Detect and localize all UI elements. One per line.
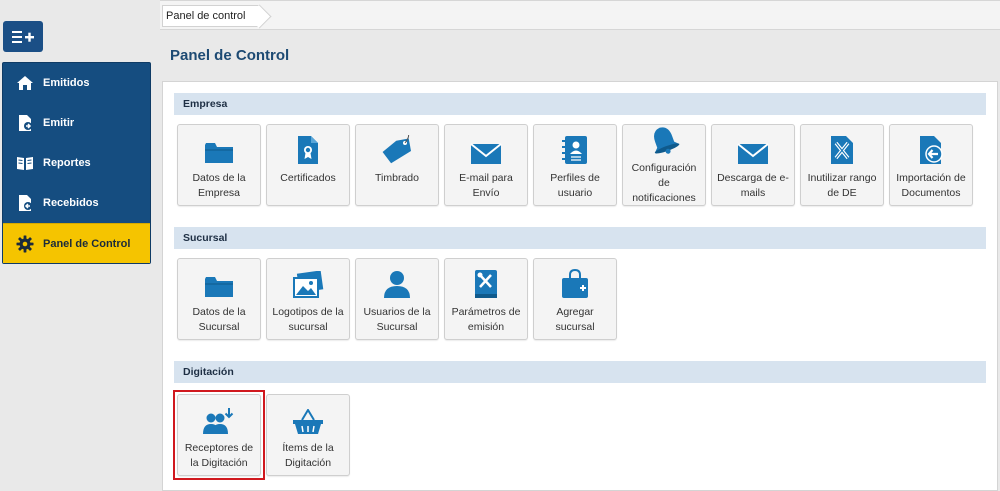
breadcrumb-label: Panel de control xyxy=(166,10,246,22)
envelope-icon xyxy=(445,125,527,169)
page-title: Panel de Control xyxy=(170,47,290,64)
certificate-icon xyxy=(267,125,349,169)
tile-label: Timbrado xyxy=(375,172,419,184)
basket-icon xyxy=(267,395,349,439)
gear-icon xyxy=(15,234,35,254)
tile-label: Importación de Documentos xyxy=(896,172,966,199)
tile-agregar-sucursal[interactable]: Agregar sucursal xyxy=(533,258,617,340)
tile-datos-empresa[interactable]: Datos de la Empresa xyxy=(177,124,261,206)
tile-datos-sucursal[interactable]: Datos de la Sucursal xyxy=(177,258,261,340)
document-arrow-icon xyxy=(15,113,35,133)
breadcrumb[interactable]: Panel de control xyxy=(162,5,260,27)
sidebar-item-label: Panel de Control xyxy=(43,237,131,250)
sidebar: Emitidos Emitir Reportes Recebidos Panel… xyxy=(0,0,160,489)
tile-label: Inutilizar rango de DE xyxy=(807,172,877,199)
tile-label: Parámetros de emisión xyxy=(451,306,521,333)
sidebar-item-label: Emitidos xyxy=(43,77,90,89)
tile-importacion-documentos[interactable]: Importación de Documentos xyxy=(889,124,973,206)
tile-configuracion-notificaciones[interactable]: Configuración de notificaciones xyxy=(622,124,706,206)
section-header-digitacion: Digitación xyxy=(174,361,986,383)
tile-label: Agregar sucursal xyxy=(555,306,595,333)
tile-label: Ítems de la Digitación xyxy=(282,442,334,469)
tile-label: Certificados xyxy=(280,172,336,184)
tile-inutilizar-rango[interactable]: Inutilizar rango de DE xyxy=(800,124,884,206)
tile-items-digitacion[interactable]: Ítems de la Digitación xyxy=(266,394,350,476)
image-icon xyxy=(267,259,349,303)
tile-label: Datos de la Sucursal xyxy=(192,306,246,333)
tile-email-envio[interactable]: E-mail para Envío xyxy=(444,124,528,206)
contact-book-icon xyxy=(534,125,616,169)
home-icon xyxy=(15,73,35,93)
document-import-icon xyxy=(890,125,972,169)
tile-label: Perfiles de usuario xyxy=(550,172,600,199)
document-x-icon xyxy=(801,125,883,169)
tile-certificados[interactable]: Certificados xyxy=(266,124,350,206)
sidebar-item-emitidos[interactable]: Emitidos xyxy=(3,63,150,103)
envelope-icon xyxy=(712,125,794,169)
folder-icon xyxy=(178,259,260,303)
tile-usuarios-sucursal[interactable]: Usuarios de la Sucursal xyxy=(355,258,439,340)
tile-label: Configuración de notificaciones xyxy=(631,162,697,204)
document-in-icon xyxy=(15,193,35,213)
sidebar-item-reportes[interactable]: Reportes xyxy=(3,143,150,183)
tile-label: Usuarios de la Sucursal xyxy=(363,306,431,333)
menu-add-icon xyxy=(12,30,34,43)
tile-parametros-emision[interactable]: Parámetros de emisión xyxy=(444,258,528,340)
sidebar-item-emitir[interactable]: Emitir xyxy=(3,103,150,143)
sidebar-nav: Emitidos Emitir Reportes Recebidos Panel… xyxy=(2,62,151,264)
folder-icon xyxy=(178,125,260,169)
breadcrumb-bar: Panel de control xyxy=(160,0,1000,30)
tile-label: Descarga de e-mails xyxy=(717,172,789,199)
tools-book-icon xyxy=(445,259,527,303)
tile-descarga-emails[interactable]: Descarga de e-mails xyxy=(711,124,795,206)
tile-logotipos-sucursal[interactable]: Logotipos de la sucursal xyxy=(266,258,350,340)
bell-icon xyxy=(623,125,705,159)
sidebar-item-label: Emitir xyxy=(43,117,75,129)
book-icon xyxy=(15,153,35,173)
highlight-box xyxy=(173,390,265,480)
tile-label: E-mail para Envío xyxy=(459,172,513,199)
user-icon xyxy=(356,259,438,303)
sidebar-item-label: Recebidos xyxy=(43,197,99,209)
tile-label: Datos de la Empresa xyxy=(192,172,246,199)
sidebar-item-label: Reportes xyxy=(43,157,91,169)
sidebar-item-recebidos[interactable]: Recebidos xyxy=(3,183,150,223)
control-panel: Empresa Datos de la Empresa Certificados… xyxy=(162,81,998,491)
bag-plus-icon xyxy=(534,259,616,303)
section-header-sucursal: Sucursal xyxy=(174,227,986,249)
tile-perfiles-usuario[interactable]: Perfiles de usuario xyxy=(533,124,617,206)
section-header-empresa: Empresa xyxy=(174,93,986,115)
tag-icon xyxy=(356,125,438,169)
tile-label: Logotipos de la sucursal xyxy=(272,306,344,333)
sidebar-item-panel-de-control[interactable]: Panel de Control xyxy=(3,223,150,263)
tile-timbrado[interactable]: Timbrado xyxy=(355,124,439,206)
menu-toggle-button[interactable] xyxy=(3,21,43,52)
